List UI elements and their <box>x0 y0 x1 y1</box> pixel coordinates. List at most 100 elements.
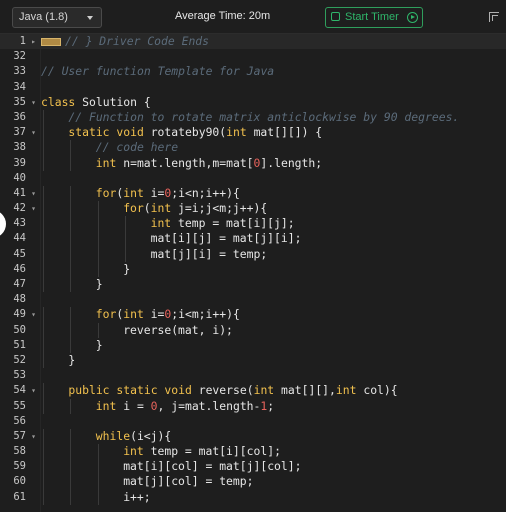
keyword-token: static <box>116 383 158 398</box>
fold-collapse-icon[interactable]: ▾ <box>29 201 38 216</box>
code-line[interactable]: 58 int temp = mat[i][col]; <box>0 444 506 460</box>
keyword-token: static <box>68 125 110 140</box>
indent-guide <box>43 109 44 126</box>
indent-guide <box>70 489 72 505</box>
line-number: 1 <box>19 35 26 47</box>
indent-guide <box>70 140 72 156</box>
line-code: class Solution { <box>41 95 151 110</box>
indent-guide <box>43 474 44 490</box>
indent-guide <box>70 261 72 277</box>
code-line[interactable]: 45 mat[j][i] = temp; <box>0 246 506 262</box>
language-select[interactable]: Java (1.8) <box>12 7 102 28</box>
code-line[interactable]: 43 int temp = mat[i][j]; <box>0 216 506 232</box>
fold-collapse-icon[interactable]: ▾ <box>29 383 38 398</box>
code-line[interactable]: 1 ▸ // } Driver Code Ends <box>0 34 506 50</box>
code-token: temp = mat[i][j]; <box>171 216 295 231</box>
code-line[interactable]: 60 mat[j][col] = temp; <box>0 474 506 490</box>
code-line[interactable]: 42 ▾ for(int j=i;j<m;j++){ <box>0 201 506 217</box>
code-line[interactable]: 52} <box>0 352 506 369</box>
code-line[interactable]: 56 <box>0 414 506 429</box>
keyword-token: for <box>95 185 117 200</box>
indent-guide <box>70 398 72 414</box>
fold-collapse-icon[interactable]: ▾ <box>29 307 38 322</box>
indent-guide <box>43 459 44 475</box>
line-code: while(i<j){ <box>96 429 171 444</box>
code-line[interactable]: 50 reverse(mat, i); <box>0 322 506 338</box>
code-token: } <box>95 277 103 291</box>
code-token: reverse( <box>191 383 254 398</box>
code-token: } <box>123 261 131 276</box>
code-line[interactable]: 37 ▾ static void rotateby90(int mat[][]) { <box>0 125 506 141</box>
code-token: col){ <box>356 383 398 398</box>
keyword-token: void <box>164 383 192 398</box>
comment-token: // Function to rotate matrix anticlockwi… <box>68 109 460 124</box>
code-line[interactable]: 48 <box>0 292 506 307</box>
indent-guide <box>97 474 99 490</box>
code-token: temp = mat[i][col]; <box>143 444 281 459</box>
line-number: 50 <box>13 323 26 336</box>
code-line[interactable]: 32 <box>0 49 506 64</box>
code-line[interactable]: 55 int i = 0, j=mat.length-1; <box>0 398 506 414</box>
keyword-token: int <box>335 383 357 398</box>
indent-guide <box>43 231 44 247</box>
code-line[interactable]: 40 <box>0 171 506 186</box>
indent-guide <box>70 307 72 323</box>
keyword-token: int <box>150 216 172 231</box>
code-line[interactable]: 47} <box>0 277 506 293</box>
line-code: public static void reverse(int mat[][],i… <box>68 383 397 398</box>
code-line[interactable]: 54 ▾ public static void reverse(int mat[][… <box>0 383 506 399</box>
indent-guide <box>43 155 44 171</box>
code-line[interactable]: 41 ▾ for(int i=0;i<n;i++){ <box>0 185 506 202</box>
code-line[interactable]: 49 ▾ for(int i=0;i<m;i++){ <box>0 307 506 323</box>
fold-collapse-icon[interactable]: ▾ <box>29 95 38 110</box>
fold-collapse-icon[interactable]: ▾ <box>29 186 38 201</box>
line-number: 59 <box>13 460 26 473</box>
code-token: } <box>95 337 103 352</box>
code-line[interactable]: 61 i++; <box>0 489 506 505</box>
fold-collapse-icon[interactable]: ▾ <box>29 429 38 444</box>
code-line[interactable]: 46} <box>0 261 506 277</box>
fold-collapse-icon[interactable]: ▾ <box>29 125 38 140</box>
code-token: ; <box>267 398 275 413</box>
code-line[interactable]: 44 mat[i][j] = mat[j][i]; <box>0 231 506 247</box>
fullscreen-icon[interactable] <box>489 12 499 22</box>
line-number: 47 <box>13 278 26 290</box>
code-line[interactable]: 57 ▾ while(i<j){ <box>0 428 506 445</box>
indent-guide <box>125 246 127 262</box>
line-number: 61 <box>13 490 26 503</box>
indent-guide <box>97 246 99 262</box>
line-code: // User function Template for Java <box>41 64 274 79</box>
code-line[interactable]: 53 <box>0 368 506 383</box>
code-lines: 1 ▸ // } Driver Code Ends 32 33 // User funct… <box>0 34 506 505</box>
code-line[interactable]: 38 // code here <box>0 140 506 156</box>
line-number: 57 <box>13 429 26 442</box>
indent-guide <box>70 155 72 171</box>
indent-guide <box>43 428 44 445</box>
line-number: 52 <box>13 353 26 366</box>
code-line[interactable]: 33 // User function Template for Java <box>0 64 506 79</box>
code-line[interactable]: 36 // Function to rotate matrix anticlock… <box>0 109 506 126</box>
line-number: 32 <box>13 50 26 63</box>
indent-guide <box>70 201 72 217</box>
keyword-token: int <box>95 398 117 413</box>
fold-badge-icon[interactable] <box>41 37 61 46</box>
line-number: 56 <box>13 414 26 427</box>
code-line[interactable]: 59 mat[i][col] = mat[j][col]; <box>0 459 506 475</box>
code-editor[interactable]: 1 ▸ // } Driver Code Ends 32 33 // User funct… <box>0 34 506 512</box>
code-line[interactable]: 51} <box>0 337 506 353</box>
line-code: int i = 0, j=mat.length-1; <box>96 399 274 414</box>
code-token: mat[][], <box>274 383 336 398</box>
fold-expand-icon[interactable]: ▸ <box>29 34 38 49</box>
start-timer-label: Start Timer <box>345 11 399 23</box>
editor-toolbar: Java (1.8) Average Time: 20m Start Timer <box>0 0 506 34</box>
code-line[interactable]: 35 ▾ class Solution { <box>0 95 506 110</box>
indent-guide <box>70 231 72 247</box>
code-token: j=i;j<m;j++){ <box>171 201 268 216</box>
indent-guide <box>125 231 127 247</box>
code-line[interactable]: 39 int n=mat.length,m=mat[0].length; <box>0 155 506 171</box>
code-token: ].length; <box>260 155 323 170</box>
code-token: i= <box>143 185 165 200</box>
code-line[interactable]: 34 <box>0 80 506 95</box>
indent-guide <box>43 444 44 460</box>
start-timer-button[interactable]: Start Timer <box>325 7 423 28</box>
